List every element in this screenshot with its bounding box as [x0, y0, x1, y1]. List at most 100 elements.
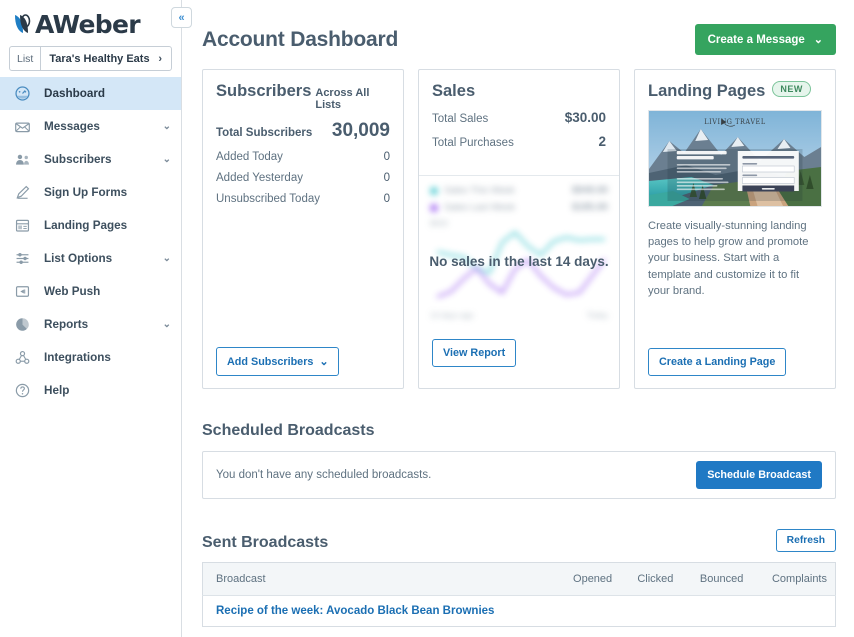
sidebar-item-messages[interactable]: Messages ⌄ — [0, 110, 181, 143]
legend-label: Sales This Week — [444, 185, 515, 196]
chart-y-axis-top-label: $500 — [430, 219, 448, 228]
envelope-icon — [12, 118, 33, 136]
stat-label: Total Purchases — [432, 137, 514, 149]
sidebar-item-landing-pages[interactable]: Landing Pages — [0, 209, 181, 242]
page-header: Account Dashboard Create a Message ⌄ — [202, 0, 836, 69]
legend-value: $185.00 — [571, 202, 608, 213]
stat-row: Total Purchases 2 — [432, 134, 606, 149]
column-header-broadcast: Broadcast — [202, 562, 556, 596]
view-report-button[interactable]: View Report — [432, 339, 517, 367]
legend-dot-icon — [430, 203, 438, 212]
create-landing-page-button[interactable]: Create a Landing Page — [648, 348, 787, 376]
chart-x-axis-left-label: 14 days ago — [430, 311, 474, 320]
legend-dot-icon — [430, 186, 438, 195]
people-icon — [12, 151, 33, 169]
stat-label: Total Subscribers — [216, 127, 313, 139]
cell-clicked — [620, 596, 681, 627]
pencil-icon — [12, 184, 33, 202]
sidebar-item-label: Integrations — [44, 351, 111, 364]
sidebar-item-integrations[interactable]: Integrations — [0, 341, 181, 374]
page-icon — [12, 217, 33, 235]
sidebar-item-reports[interactable]: Reports ⌄ — [0, 308, 181, 341]
stat-label: Added Today — [216, 151, 283, 163]
sidebar-collapse-button[interactable]: « — [171, 7, 192, 28]
landing-pages-card-footer: Create a Landing Page — [635, 337, 835, 388]
add-subscribers-label: Add Subscribers — [227, 355, 314, 368]
add-subscribers-button[interactable]: Add Subscribers ⌄ — [216, 347, 340, 376]
list-selector-label: List — [10, 47, 42, 70]
cell-bounced — [681, 596, 751, 627]
table-header: Broadcast Opened Clicked Bounced Complai… — [202, 562, 836, 596]
column-header-bounced: Bounced — [681, 562, 752, 596]
sales-card: Sales Total Sales $30.00 Total Purchases… — [418, 69, 620, 389]
sidebar-item-label: Help — [44, 384, 70, 397]
pie-chart-icon — [12, 316, 33, 334]
sidebar-item-sign-up-forms[interactable]: Sign Up Forms — [0, 176, 181, 209]
no-sales-message: No sales in the last 14 days. — [429, 254, 609, 269]
landing-pages-card: Landing Pages NEW LIVING TRAVEL Create v… — [634, 69, 836, 389]
create-landing-page-label: Create a Landing Page — [659, 356, 776, 368]
stat-row: Total Subscribers 30,009 — [216, 120, 390, 142]
legend-value: $949.00 — [571, 185, 608, 196]
sent-broadcasts-header: Sent Broadcasts Refresh — [202, 529, 836, 552]
sidebar-item-label: List Options — [44, 252, 113, 265]
subscribers-card-footer: Add Subscribers ⌄ — [203, 336, 403, 388]
sidebar-item-label: Messages — [44, 120, 100, 133]
page-title: Account Dashboard — [202, 27, 399, 51]
table-row[interactable]: Recipe of the week: Avocado Black Bean B… — [203, 596, 836, 627]
sidebar-item-list-options[interactable]: List Options ⌄ — [0, 242, 181, 275]
scheduled-broadcasts-header: Scheduled Broadcasts — [202, 422, 836, 440]
chart-x-axis-right-label: Today — [586, 311, 608, 320]
refresh-button[interactable]: Refresh — [775, 529, 836, 552]
table-body: Recipe of the week: Avocado Black Bean B… — [203, 596, 836, 627]
logo[interactable]: AWeber — [0, 0, 181, 40]
stat-label: Added Yesterday — [216, 172, 303, 184]
sent-broadcasts-title: Sent Broadcasts — [202, 534, 329, 551]
landing-page-preview-image: LIVING TRAVEL — [648, 110, 822, 207]
aweber-logo-icon — [12, 12, 34, 36]
sidebar-item-web-push[interactable]: Web Push — [0, 275, 181, 308]
svg-text:LIVING TRAVEL: LIVING TRAVEL — [704, 118, 765, 126]
scheduled-broadcasts-empty-text: You don't have any scheduled broadcasts. — [216, 469, 432, 481]
aweber-dashboard-app: AWeber « List Tara's Healthy Eats › Dash… — [0, 0, 854, 637]
chevron-down-icon: ⌄ — [813, 34, 823, 46]
sidebar-item-subscribers[interactable]: Subscribers ⌄ — [0, 143, 181, 176]
cell-complaints — [751, 596, 835, 627]
schedule-broadcast-button[interactable]: Schedule Broadcast — [696, 461, 822, 489]
chevron-double-left-icon: « — [178, 11, 185, 24]
create-message-button[interactable]: Create a Message ⌄ — [694, 24, 836, 55]
stat-row: Added Today 0 — [216, 151, 390, 163]
sidebar-item-label: Dashboard — [44, 87, 106, 100]
list-selector-value: Tara's Healthy Eats — [49, 52, 150, 65]
stat-value: 30,009 — [331, 120, 390, 141]
sidebar: AWeber « List Tara's Healthy Eats › Dash… — [0, 0, 192, 637]
stat-label: Unsubscribed Today — [216, 193, 320, 205]
scheduled-broadcasts-title: Scheduled Broadcasts — [202, 422, 375, 439]
stat-value: $30.00 — [564, 110, 606, 125]
broadcast-link[interactable]: Recipe of the week: Avocado Black Bean B… — [216, 605, 494, 617]
summary-cards: Subscribers Across All Lists Total Subsc… — [202, 69, 836, 389]
chevron-down-icon: ⌄ — [319, 356, 329, 368]
column-header-clicked: Clicked — [620, 562, 682, 596]
list-selector[interactable]: List Tara's Healthy Eats › — [9, 46, 172, 71]
push-icon — [12, 283, 33, 301]
table-header-row: Broadcast Opened Clicked Bounced Complai… — [202, 562, 836, 596]
stat-row: Added Yesterday 0 — [216, 172, 390, 184]
sidebar-item-dashboard[interactable]: Dashboard — [0, 77, 181, 110]
sidebar-item-label: Sign Up Forms — [44, 186, 128, 199]
chart-legend-item: Sales Last Week $185.00 — [430, 202, 608, 213]
stat-value: 2 — [598, 134, 606, 149]
gauge-icon — [12, 85, 33, 103]
sidebar-item-help[interactable]: Help — [0, 374, 181, 407]
scheduled-broadcasts-panel: You don't have any scheduled broadcasts.… — [202, 451, 836, 499]
chevron-down-icon: ⌄ — [162, 154, 171, 165]
stat-label: Total Sales — [432, 113, 489, 125]
sent-broadcasts-table: Broadcast Opened Clicked Bounced Complai… — [202, 562, 836, 627]
new-badge: NEW — [772, 80, 811, 97]
sidebar-item-label: Landing Pages — [44, 219, 128, 232]
sales-chart: Sales This Week $949.00 Sales Last Week … — [419, 176, 619, 328]
main-content: Account Dashboard Create a Message ⌄ Sub… — [182, 0, 854, 637]
stat-row: Total Sales $30.00 — [432, 110, 606, 125]
sidebar-item-label: Subscribers — [44, 153, 112, 166]
column-header-opened: Opened — [555, 562, 621, 596]
